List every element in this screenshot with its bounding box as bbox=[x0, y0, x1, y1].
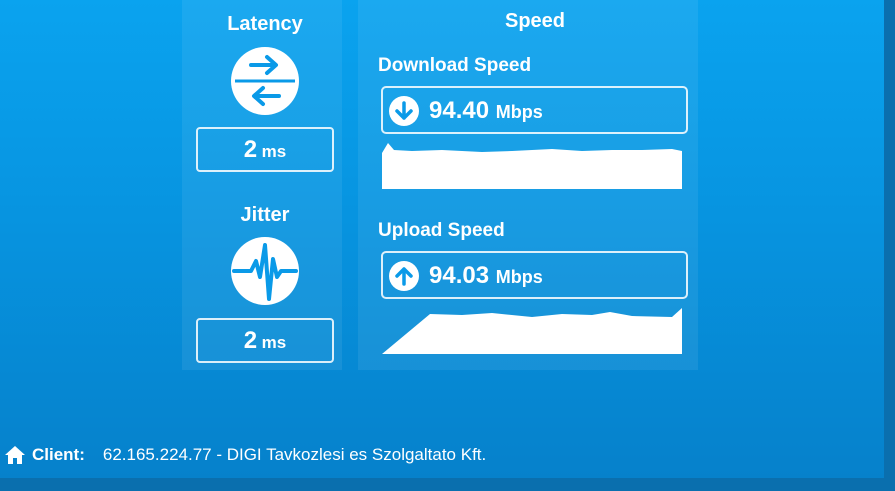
speed-title: Speed bbox=[504, 10, 566, 32]
jitter-unit: ms bbox=[261, 333, 287, 352]
arrow-up-icon bbox=[389, 261, 419, 291]
download-speed-label: Download Speed bbox=[378, 55, 532, 76]
latency-value: 2 bbox=[243, 136, 258, 163]
client-address: 62.165.224.77 - DIGI Tavkozlesi es Szolg… bbox=[102, 445, 487, 464]
upload-speed-graph bbox=[382, 308, 682, 354]
latency-arrows-icon bbox=[231, 47, 299, 115]
latency-title: Latency bbox=[227, 13, 303, 35]
jitter-value-box: 2 ms bbox=[196, 318, 334, 363]
client-label: Client: bbox=[32, 445, 85, 464]
download-speed-box: 94.40 Mbps bbox=[381, 86, 688, 134]
latency-value-box: 2 ms bbox=[196, 127, 334, 172]
client-info: Client: 62.165.224.77 - DIGI Tavkozlesi … bbox=[4, 443, 486, 467]
jitter-title: Jitter bbox=[240, 204, 290, 226]
download-speed-value: 94.40 bbox=[429, 97, 490, 124]
upload-speed-box: 94.03 Mbps bbox=[381, 251, 688, 299]
window-edge bbox=[884, 0, 895, 491]
window-bottom-edge bbox=[0, 478, 895, 491]
jitter-pulse-icon bbox=[231, 237, 299, 305]
arrow-down-icon bbox=[389, 96, 419, 126]
upload-speed-unit: Mbps bbox=[495, 267, 543, 287]
latency-unit: ms bbox=[261, 142, 287, 161]
jitter-value: 2 bbox=[243, 327, 258, 354]
download-speed-graph bbox=[382, 143, 682, 189]
upload-speed-label: Upload Speed bbox=[378, 220, 505, 241]
download-speed-unit: Mbps bbox=[495, 102, 543, 122]
home-icon bbox=[5, 446, 25, 464]
upload-speed-value: 94.03 bbox=[429, 262, 490, 289]
